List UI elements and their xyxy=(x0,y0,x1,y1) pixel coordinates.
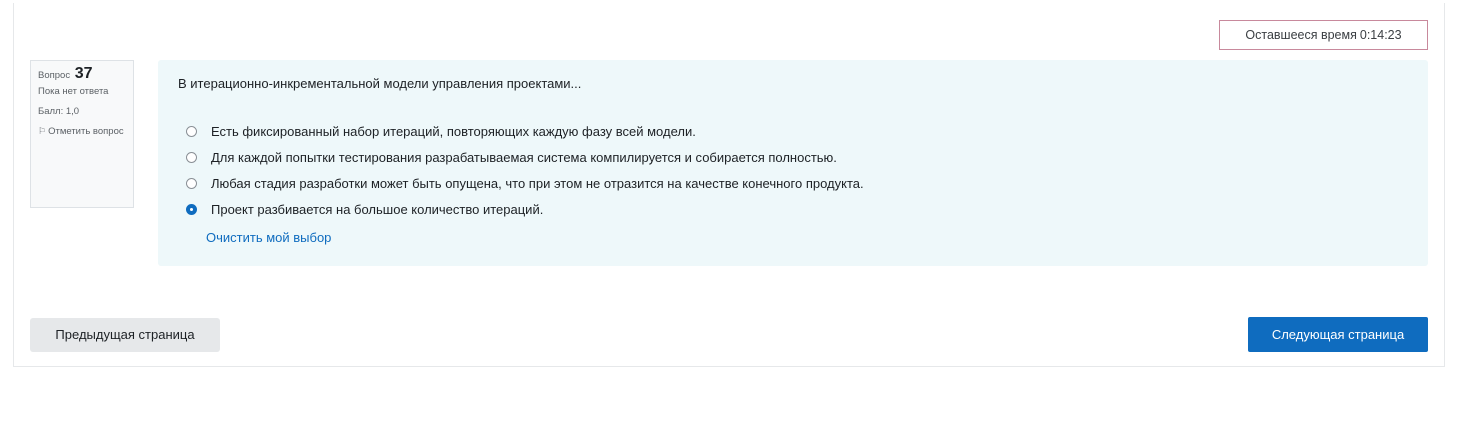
time-remaining: Оставшееся время 0:14:23 xyxy=(1219,20,1428,50)
question-number: 37 xyxy=(74,65,93,82)
radio-button-checked[interactable] xyxy=(186,203,197,215)
flag-question-label: Отметить вопрос xyxy=(48,126,124,137)
question-text: В итерационно-инкрементальной модели упр… xyxy=(178,76,582,91)
answer-option[interactable]: Любая стадия разработки может быть опуще… xyxy=(186,170,864,196)
answer-label: Проект разбивается на большое количество… xyxy=(211,201,544,217)
answer-option-selected[interactable]: Проект разбивается на большое количество… xyxy=(186,196,864,222)
question-info: Вопрос 37 Пока нет ответа Балл: 1,0 ⚐ От… xyxy=(30,60,134,208)
previous-page-button[interactable]: Предыдущая страница xyxy=(30,318,220,352)
answer-option[interactable]: Для каждой попытки тестирования разрабат… xyxy=(186,144,864,170)
clear-choice-link[interactable]: Очистить мой выбор xyxy=(206,230,331,245)
question-number-label: Вопрос xyxy=(38,70,71,81)
answer-label: Для каждой попытки тестирования разрабат… xyxy=(211,149,837,165)
question-content: В итерационно-инкрементальной модели упр… xyxy=(158,60,1428,266)
answer-option[interactable]: Есть фиксированный набор итераций, повто… xyxy=(186,118,864,144)
time-remaining-label: Оставшееся время xyxy=(1245,28,1357,42)
flag-question-button[interactable]: ⚐ Отметить вопрос xyxy=(38,125,126,138)
next-page-button[interactable]: Следующая страница xyxy=(1248,317,1428,352)
flag-icon: ⚐ xyxy=(38,126,47,136)
radio-button[interactable] xyxy=(186,177,197,189)
question-number-line: Вопрос 37 xyxy=(38,65,126,82)
question-state: Пока нет ответа xyxy=(38,86,109,97)
question-grade: Балл: 1,0 xyxy=(38,106,80,117)
time-remaining-value: 0:14:23 xyxy=(1359,28,1402,42)
answer-list: Есть фиксированный набор итераций, повто… xyxy=(186,118,864,222)
answer-label: Есть фиксированный набор итераций, повто… xyxy=(211,123,696,139)
radio-button[interactable] xyxy=(186,125,197,137)
radio-button[interactable] xyxy=(186,151,197,163)
answer-label: Любая стадия разработки может быть опуще… xyxy=(211,175,864,191)
